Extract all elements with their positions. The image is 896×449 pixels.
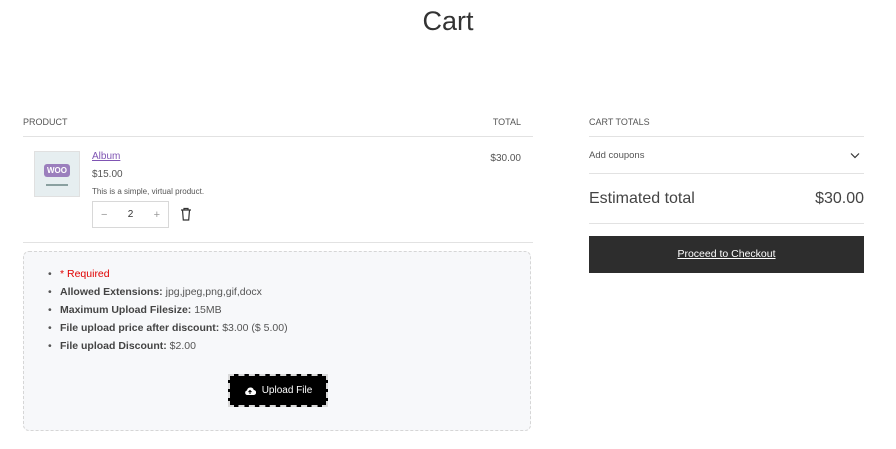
- estimated-total-row: Estimated total $30.00: [589, 174, 864, 224]
- upload-discount-value: $2.00: [166, 340, 196, 352]
- file-upload-panel: * Required Allowed Extensions: jpg,jpeg,…: [23, 251, 531, 431]
- cart-table: PRODUCT TOTAL WOO Album $15.00 This is a…: [23, 110, 533, 243]
- list-item: Maximum Upload Filesize: 15MB: [48, 301, 288, 319]
- list-item: File upload price after discount: $3.00 …: [48, 319, 288, 337]
- quantity-decrease-button[interactable]: −: [101, 209, 107, 221]
- product-thumbnail[interactable]: WOO: [34, 151, 80, 197]
- filesize-label: Maximum Upload Filesize:: [60, 304, 192, 316]
- product-price: $15.00: [92, 169, 123, 180]
- upload-file-button[interactable]: Upload File: [228, 374, 328, 407]
- quantity-stepper[interactable]: − 2 +: [92, 201, 169, 228]
- proceed-to-checkout-button[interactable]: Proceed to Checkout: [589, 236, 864, 273]
- add-coupons-label: Add coupons: [589, 149, 645, 161]
- list-item: Allowed Extensions: jpg,jpeg,png,gif,doc…: [48, 283, 288, 301]
- estimated-total-value: $30.00: [815, 189, 864, 207]
- list-item: File upload Discount: $2.00: [48, 337, 288, 355]
- estimated-total-label: Estimated total: [589, 189, 695, 207]
- upload-file-button-label: Upload File: [261, 385, 313, 396]
- upload-rules-list: * Required Allowed Extensions: jpg,jpeg,…: [48, 265, 288, 355]
- extensions-label: Allowed Extensions:: [60, 286, 163, 298]
- add-coupons-toggle[interactable]: Add coupons: [589, 137, 864, 174]
- product-thumbnail-line: [46, 184, 68, 186]
- list-item: * Required: [48, 265, 288, 283]
- cloud-upload-icon: [244, 387, 256, 395]
- page-title: Cart: [422, 6, 474, 36]
- product-name-link[interactable]: Album: [92, 151, 120, 162]
- upload-price-value: $3.00 ($ 5.00): [219, 322, 288, 334]
- cart-totals: CART TOTALS Add coupons Estimated total …: [589, 110, 864, 273]
- filesize-value: 15MB: [191, 304, 222, 316]
- trash-icon[interactable]: [180, 207, 192, 221]
- product-thumbnail-logo: WOO: [44, 164, 70, 177]
- product-description: This is a simple, virtual product.: [92, 187, 205, 196]
- quantity-increase-button[interactable]: +: [154, 209, 160, 221]
- upload-price-label: File upload price after discount:: [60, 322, 220, 334]
- cart-totals-header: CART TOTALS: [589, 110, 864, 137]
- item-total: $30.00: [490, 153, 521, 164]
- required-note: * Required: [60, 268, 110, 280]
- cart-table-header: PRODUCT TOTAL: [23, 110, 533, 137]
- upload-discount-label: File upload Discount:: [60, 340, 167, 352]
- product-column-header: PRODUCT: [23, 117, 68, 127]
- extensions-value: jpg,jpeg,png,gif,docx: [162, 286, 262, 298]
- quantity-value[interactable]: 2: [128, 209, 134, 220]
- total-column-header: TOTAL: [492, 117, 521, 127]
- cart-item: WOO Album $15.00 This is a simple, virtu…: [23, 137, 533, 243]
- chevron-down-icon: [850, 152, 860, 158]
